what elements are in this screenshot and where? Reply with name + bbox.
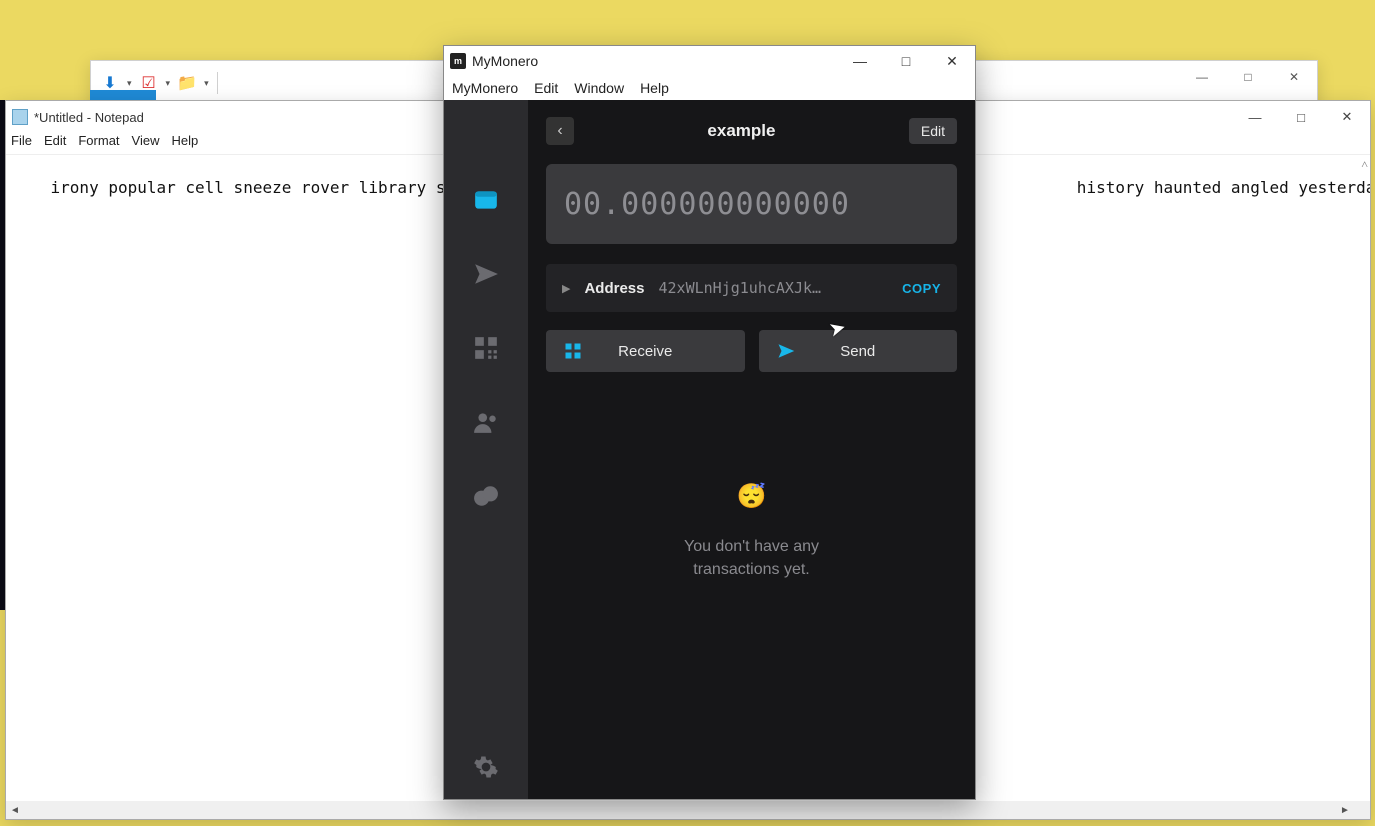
send-button[interactable]: Send	[759, 330, 958, 372]
notepad-text-right: history haunted angled yesterday pigment…	[1067, 178, 1370, 197]
mymonero-main: ‹ example Edit 00.000000000000 ▶ Address…	[528, 100, 975, 799]
monero-maximize[interactable]: □	[883, 46, 929, 76]
mo-menu-edit[interactable]: Edit	[534, 80, 558, 96]
balance-display: 00.000000000000	[546, 164, 957, 244]
np-menu-view[interactable]: View	[132, 133, 160, 154]
scroll-left-icon[interactable]: ◄	[6, 801, 24, 819]
address-row[interactable]: ▶ Address 42xWLnHjg1uhcAXJk… COPY	[546, 264, 957, 312]
scroll-right-icon[interactable]: ►	[1336, 801, 1354, 819]
caret-up-icon: ˄	[1361, 157, 1368, 172]
mo-menu-mymonero[interactable]: MyMonero	[452, 80, 518, 96]
receive-label: Receive	[618, 343, 672, 360]
sidebar-settings-icon[interactable]	[472, 753, 500, 781]
np-menu-file[interactable]: File	[11, 133, 32, 154]
mymonero-sidebar	[444, 100, 528, 799]
folder-icon: 📁	[176, 72, 198, 94]
qr-icon	[564, 342, 582, 360]
chevron-right-icon: ▶	[562, 282, 570, 295]
back-button[interactable]: ‹	[546, 117, 574, 145]
copy-button[interactable]: COPY	[902, 281, 941, 296]
receive-button[interactable]: Receive	[546, 330, 745, 372]
mo-menu-window[interactable]: Window	[574, 80, 624, 96]
explorer-maximize[interactable]: □	[1225, 61, 1271, 93]
empty-line1: You don't have any	[684, 538, 819, 555]
explorer-minimize[interactable]: —	[1179, 61, 1225, 93]
edit-button[interactable]: Edit	[909, 118, 957, 144]
notepad-minimize[interactable]: —	[1232, 101, 1278, 133]
np-menu-format[interactable]: Format	[78, 133, 119, 154]
empty-state: 😴 You don't have any transactions yet.	[546, 482, 957, 581]
mymonero-logo-icon: m	[450, 53, 466, 69]
mymonero-menubar: MyMonero Edit Window Help	[444, 76, 975, 100]
mo-menu-help[interactable]: Help	[640, 80, 669, 96]
send-icon	[777, 342, 795, 360]
monero-minimize[interactable]: —	[837, 46, 883, 76]
sleeping-emoji-icon: 😴	[546, 482, 957, 511]
notepad-title: *Untitled - Notepad	[34, 110, 144, 125]
sidebar-send-icon[interactable]	[472, 260, 500, 288]
np-menu-edit[interactable]: Edit	[44, 133, 66, 154]
sidebar-contacts-icon[interactable]	[472, 408, 500, 436]
notepad-maximize[interactable]: □	[1278, 101, 1324, 133]
empty-line2: transactions yet.	[693, 561, 810, 578]
h-scrollbar[interactable]: ◄ ►	[6, 801, 1354, 819]
address-label: Address	[584, 280, 644, 297]
notepad-close[interactable]: ✕	[1324, 101, 1370, 133]
send-label: Send	[840, 343, 875, 360]
monero-close[interactable]: ✕	[929, 46, 975, 76]
mymonero-title: MyMonero	[472, 53, 538, 69]
caret-icon: ▾	[204, 78, 209, 89]
sidebar-qr-icon[interactable]	[472, 334, 500, 362]
wallet-name: example	[707, 121, 775, 141]
explorer-close[interactable]: ✕	[1271, 61, 1317, 93]
np-menu-help[interactable]: Help	[171, 133, 198, 154]
mymonero-window: m MyMonero — □ ✕ MyMonero Edit Window He…	[443, 45, 976, 800]
sidebar-wallet-icon[interactable]	[472, 186, 500, 214]
scroll-corner	[1354, 801, 1370, 819]
caret-icon: ▾	[166, 78, 171, 89]
caret-icon: ▾	[127, 78, 132, 89]
address-value: 42xWLnHjg1uhcAXJk…	[659, 279, 889, 297]
sidebar-exchange-icon[interactable]	[472, 482, 500, 510]
notepad-icon	[12, 109, 28, 125]
